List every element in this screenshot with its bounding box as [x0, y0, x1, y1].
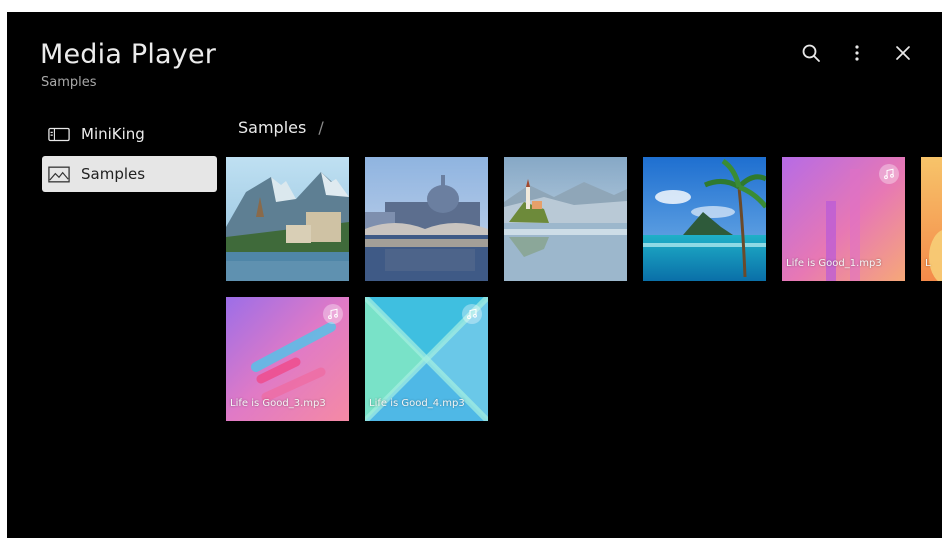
header-actions	[798, 40, 916, 66]
image-thumbnail	[365, 157, 488, 281]
media-tile-label: Life is Good_1.mp3	[786, 258, 882, 269]
sidebar-item-label: MiniKing	[81, 125, 145, 143]
search-button[interactable]	[798, 40, 824, 66]
close-button[interactable]	[890, 40, 916, 66]
app-title: Media Player	[40, 39, 217, 70]
music-note-badge	[323, 304, 343, 324]
media-tile-label: Life is Good_4.mp3	[369, 398, 465, 409]
media-player-screen: Media Player Samples MiniKing Samples Sa…	[7, 12, 942, 538]
storage-device-icon	[47, 125, 71, 143]
media-tile-label: Life is Good_3.mp3	[230, 398, 326, 409]
close-icon	[896, 46, 910, 60]
image-thumbnail	[504, 157, 627, 281]
more-options-button[interactable]	[844, 40, 870, 66]
sidebar-item-label: Samples	[81, 165, 146, 183]
media-tile-audio[interactable]: L	[921, 157, 942, 281]
media-tile-audio[interactable]: Life is Good_1.mp3	[782, 157, 905, 281]
breadcrumb-current[interactable]: Samples	[238, 118, 306, 137]
media-grid: Life is Good_1.mp3 L Life is Good_3.mp3 …	[226, 157, 942, 427]
media-tile-image[interactable]	[226, 157, 349, 281]
more-vertical-icon	[855, 45, 859, 61]
image-thumbnail	[643, 157, 766, 281]
sidebar-item-miniking[interactable]: MiniKing	[42, 116, 217, 152]
sidebar-item-samples[interactable]: Samples	[42, 156, 217, 192]
media-tile-image[interactable]	[504, 157, 627, 281]
image-icon	[47, 165, 71, 183]
music-note-icon	[467, 308, 477, 320]
music-note-icon	[328, 308, 338, 320]
app-subtitle: Samples	[41, 75, 97, 90]
media-tile-label: L	[925, 258, 931, 269]
media-tile-audio[interactable]: Life is Good_4.mp3	[365, 297, 488, 421]
music-note-badge	[879, 164, 899, 184]
media-tile-image[interactable]	[365, 157, 488, 281]
sidebar: MiniKing Samples	[42, 116, 217, 196]
music-note-badge	[462, 304, 482, 324]
media-tile-image[interactable]	[643, 157, 766, 281]
media-tile-audio[interactable]: Life is Good_3.mp3	[226, 297, 349, 421]
music-note-icon	[884, 168, 894, 180]
breadcrumb-separator: /	[318, 118, 324, 137]
breadcrumb: Samples /	[238, 118, 324, 137]
search-icon	[802, 44, 820, 62]
image-thumbnail	[226, 157, 349, 281]
